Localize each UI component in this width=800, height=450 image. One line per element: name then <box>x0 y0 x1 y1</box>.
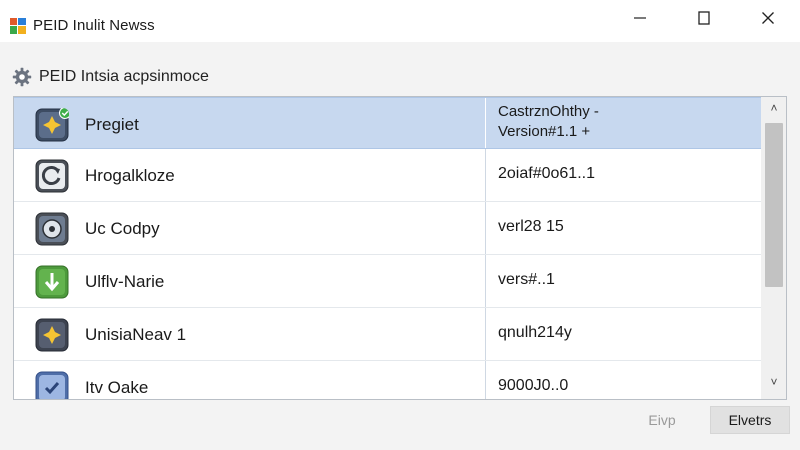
plugin-list: Pregiet CastrznOhthy - Version#1.1 + Hro… <box>14 97 761 399</box>
list-item[interactable]: Itv Oake 9000J0..0 <box>14 361 761 399</box>
list-item[interactable]: UnisiaNeav 1 qnulh214y <box>14 308 761 360</box>
column-divider <box>485 361 486 399</box>
scroll-down-button[interactable]: ˅ <box>761 371 786 393</box>
plugin-version: 2oiaf#0o61..1 <box>498 165 595 182</box>
plugin-name: Uc Codpy <box>85 219 160 238</box>
refresh-icon <box>35 159 69 193</box>
column-divider <box>485 255 486 307</box>
plugin-name: Itv Oake <box>85 378 149 397</box>
plugin-name: Pregiet <box>85 115 139 134</box>
minimize-icon <box>634 17 646 19</box>
section-header: PEID Intsia acpsinmoce <box>12 66 209 88</box>
version-line: Version#1.1 + <box>498 123 591 140</box>
plugin-version: verl28 15 <box>498 218 564 235</box>
scroll-up-button[interactable]: ˄ <box>761 97 786 119</box>
minimize-button[interactable] <box>608 0 672 36</box>
list-item[interactable]: Hrogalkloze 2oiaf#0o61..1 <box>14 149 761 201</box>
secondary-button[interactable]: Eivp <box>618 406 706 434</box>
download-arrow-icon <box>35 265 69 299</box>
app-window: PEID Inulit Newss PEID Intsia acpsinmoce… <box>0 0 800 450</box>
list-item[interactable]: Ulflv-Narie vers#..1 <box>14 255 761 307</box>
app-logo-icon <box>10 18 26 34</box>
chevron-down-icon: ˅ <box>770 375 778 389</box>
disc-icon <box>35 212 69 246</box>
shield-check-icon <box>35 371 69 399</box>
scroll-thumb[interactable] <box>765 123 783 287</box>
list-item[interactable]: Uc Codpy verl28 15 <box>14 202 761 254</box>
plugin-name: Hrogalkloze <box>85 166 175 185</box>
column-divider <box>485 308 486 360</box>
title-bar: PEID Inulit Newss <box>0 0 800 42</box>
close-button[interactable] <box>736 0 800 36</box>
plugin-version: 9000J0..0 <box>498 377 569 394</box>
close-icon <box>762 12 774 24</box>
version-line: CastrznOhthy - <box>498 103 599 120</box>
plugin-name: Ulflv-Narie <box>85 272 165 291</box>
plugin-version: qnulh214y <box>498 324 572 341</box>
plus-icon <box>35 318 69 352</box>
section-title: PEID Intsia acpsinmoce <box>39 68 209 85</box>
list-item[interactable]: Pregiet CastrznOhthy - Version#1.1 + <box>14 97 761 149</box>
maximize-button[interactable] <box>672 0 736 36</box>
primary-button[interactable]: Elvetrs <box>710 406 790 434</box>
column-divider <box>485 202 486 254</box>
plus-check-icon <box>35 108 69 142</box>
plugin-name: UnisiaNeav 1 <box>85 325 187 344</box>
vertical-scrollbar[interactable]: ˄ ˅ <box>761 97 786 399</box>
gear-icon <box>12 67 32 87</box>
maximize-icon <box>698 11 710 25</box>
column-divider <box>485 98 486 148</box>
plugin-version: vers#..1 <box>498 271 555 288</box>
plugin-version: CastrznOhthy - Version#1.1 + <box>498 102 599 142</box>
window-title: PEID Inulit Newss <box>33 17 155 34</box>
chevron-up-icon: ˄ <box>770 101 778 115</box>
column-divider <box>485 149 486 201</box>
plugin-list-panel: Pregiet CastrznOhthy - Version#1.1 + Hro… <box>13 96 787 400</box>
